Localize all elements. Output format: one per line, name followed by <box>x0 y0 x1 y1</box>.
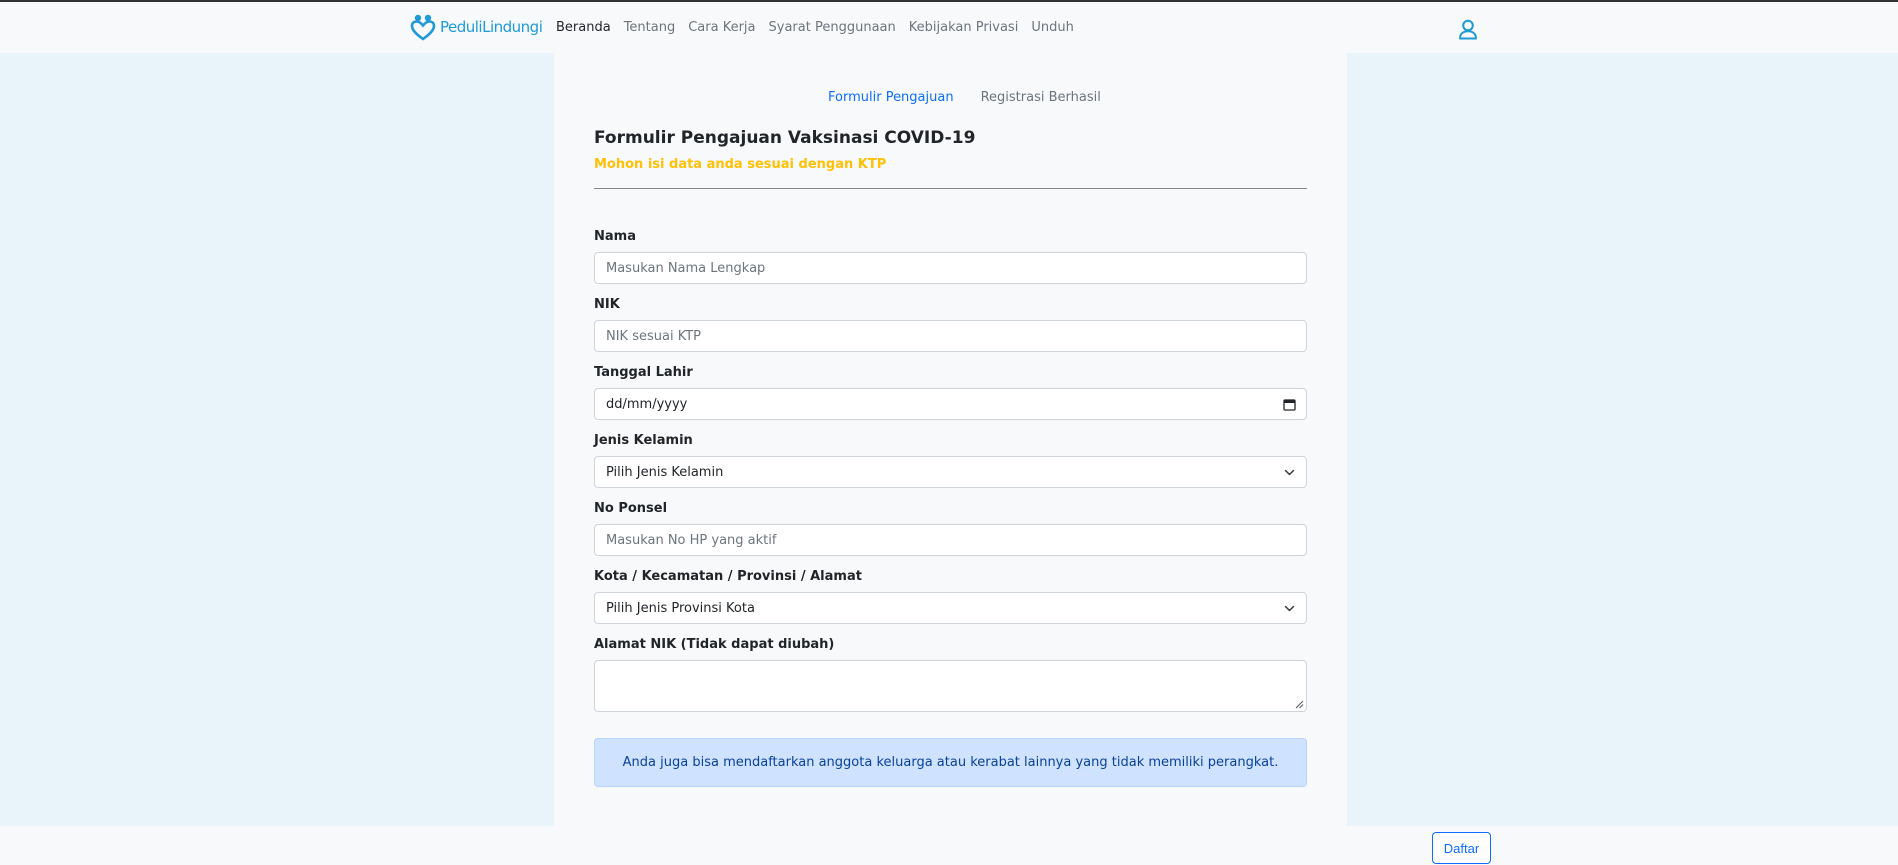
form-title: Formulir Pengajuan Vaksinasi COVID-19 <box>594 128 976 148</box>
lokasi-select[interactable]: Pilih Jenis Provinsi Kota <box>594 592 1307 624</box>
tanggal-lahir-input[interactable]: dd/mm/yyyy <box>594 388 1307 420</box>
chevron-down-icon <box>1284 469 1295 476</box>
tanggal-lahir-value: dd/mm/yyyy <box>606 396 688 412</box>
resize-grip-icon[interactable] <box>1295 700 1304 709</box>
nav-link-beranda[interactable]: Beranda <box>556 20 611 35</box>
nik-input[interactable]: NIK sesuai KTP <box>594 320 1307 352</box>
nav-link-cara-kerja[interactable]: Cara Kerja <box>688 20 755 35</box>
info-alert: Anda juga bisa mendaftarkan anggota kelu… <box>594 738 1307 787</box>
jenis-kelamin-select[interactable]: Pilih Jenis Kelamin <box>594 456 1307 488</box>
calendar-icon[interactable] <box>1283 398 1296 411</box>
nav-link-unduh[interactable]: Unduh <box>1031 20 1074 35</box>
daftar-button[interactable]: Daftar <box>1432 832 1491 864</box>
no-ponsel-input[interactable]: Masukan No HP yang aktif <box>594 524 1307 556</box>
nav-link-tentang[interactable]: Tentang <box>624 20 676 35</box>
nama-placeholder: Masukan Nama Lengkap <box>606 260 766 276</box>
lokasi-selected: Pilih Jenis Provinsi Kota <box>606 600 755 616</box>
tanggal-lahir-label: Tanggal Lahir <box>594 365 693 380</box>
nik-label: NIK <box>594 297 620 312</box>
nama-label: Nama <box>594 229 636 244</box>
jenis-kelamin-selected: Pilih Jenis Kelamin <box>606 464 724 480</box>
step-formulir-pengajuan[interactable]: Formulir Pengajuan <box>828 90 954 105</box>
brand-link[interactable]: PeduliLindungi <box>410 13 543 41</box>
jenis-kelamin-label: Jenis Kelamin <box>594 433 693 448</box>
alamat-nik-textarea[interactable] <box>594 660 1307 712</box>
chevron-down-icon <box>1284 605 1295 612</box>
lokasi-label: Kota / Kecamatan / Provinsi / Alamat <box>594 569 862 584</box>
nik-placeholder: NIK sesuai KTP <box>606 328 702 344</box>
nav-link-kebijakan-privasi[interactable]: Kebijakan Privasi <box>909 20 1019 35</box>
step-registrasi-berhasil[interactable]: Registrasi Berhasil <box>981 90 1101 105</box>
divider <box>594 188 1307 189</box>
no-ponsel-label: No Ponsel <box>594 501 668 516</box>
nama-input[interactable]: Masukan Nama Lengkap <box>594 252 1307 284</box>
no-ponsel-placeholder: Masukan No HP yang aktif <box>606 532 777 548</box>
brand-name: PeduliLindungi <box>440 18 543 36</box>
footer <box>0 826 1898 865</box>
form-subtitle: Mohon isi data anda sesuai dengan KTP <box>594 157 887 172</box>
navbar: PeduliLindungi Beranda Tentang Cara Kerj… <box>0 2 1898 53</box>
form-steps: Formulir Pengajuan Registrasi Berhasil <box>828 90 1101 105</box>
right-background <box>1347 53 1898 826</box>
nav-links: Beranda Tentang Cara Kerja Syarat Penggu… <box>556 20 1087 35</box>
user-icon[interactable] <box>1457 18 1479 40</box>
left-background <box>0 53 554 826</box>
brand-logo-icon <box>410 14 436 41</box>
nav-link-syarat-penggunaan[interactable]: Syarat Penggunaan <box>769 20 896 35</box>
alamat-nik-label: Alamat NIK (Tidak dapat diubah) <box>594 637 835 652</box>
